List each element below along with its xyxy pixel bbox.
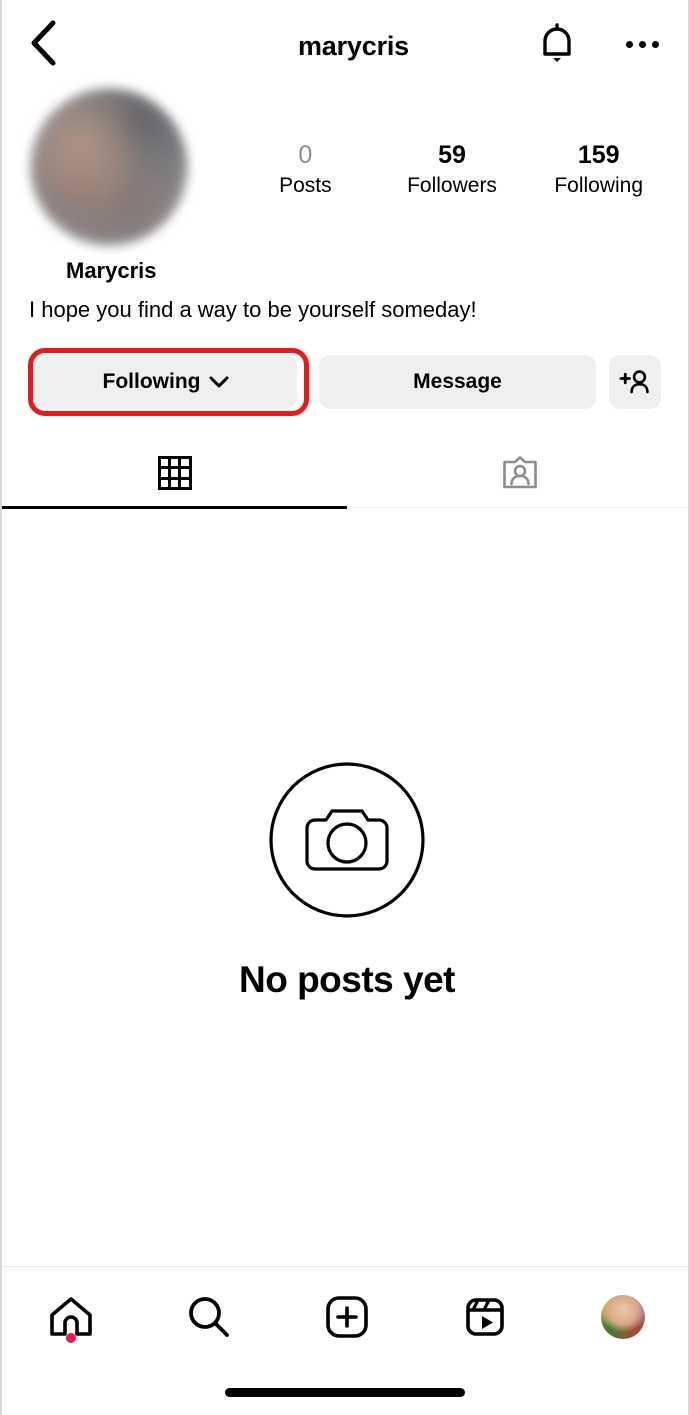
nav-reels[interactable]	[416, 1267, 554, 1367]
stat-following[interactable]: 159 Following	[525, 140, 672, 200]
stat-posts[interactable]: 0 Posts	[232, 140, 379, 200]
plus-square-icon	[326, 1296, 368, 1338]
profile-stats: 0 Posts 59 Followers 159 Following	[232, 140, 672, 200]
ellipsis-dot	[651, 40, 659, 48]
chevron-left-icon	[31, 20, 56, 66]
message-button[interactable]: Message	[319, 355, 596, 409]
stat-label: Following	[554, 174, 644, 197]
camera-circle-icon	[269, 762, 425, 918]
home-notification-badge	[66, 1333, 76, 1343]
add-person-button[interactable]	[609, 355, 661, 409]
search-icon	[189, 1297, 229, 1337]
tagged-person-icon	[502, 456, 537, 489]
profile-tabs	[2, 438, 688, 508]
active-tab-underline	[2, 506, 347, 509]
empty-state: No posts yet	[2, 760, 688, 1001]
empty-state-title: No posts yet	[238, 959, 456, 1000]
nav-create[interactable]	[278, 1267, 416, 1367]
stat-value: 159	[577, 141, 620, 169]
stat-label: Followers	[407, 174, 497, 197]
home-indicator	[225, 1388, 465, 1397]
following-label: Following	[102, 370, 201, 393]
reels-icon	[466, 1298, 504, 1336]
bottom-navigation	[2, 1267, 688, 1367]
nav-search[interactable]	[140, 1267, 278, 1367]
nav-profile[interactable]	[554, 1267, 688, 1367]
chevron-down-icon	[209, 376, 229, 387]
profile-avatar[interactable]	[30, 88, 188, 246]
add-person-icon	[619, 370, 649, 394]
message-label: Message	[413, 370, 502, 393]
stat-followers[interactable]: 59 Followers	[379, 140, 526, 200]
nav-home[interactable]	[2, 1267, 140, 1367]
notifications-button[interactable]	[530, 16, 584, 72]
stat-value: 59	[438, 141, 466, 169]
profile-header: 0 Posts 59 Followers 159 Following	[2, 88, 688, 268]
app-header: marycris	[2, 0, 688, 88]
tab-grid[interactable]	[2, 438, 347, 508]
avatar-icon	[601, 1295, 645, 1339]
instagram-profile-screen: marycris 0 Posts 59 Followers 159 Follow…	[0, 0, 690, 1415]
avatar-image	[30, 88, 188, 246]
more-options-button[interactable]	[614, 16, 670, 72]
stat-label: Posts	[279, 174, 332, 197]
following-button[interactable]: Following	[35, 355, 297, 409]
profile-bio: I hope you find a way to be yourself som…	[29, 297, 477, 322]
grid-icon	[157, 456, 192, 490]
ellipsis-dot	[638, 40, 646, 48]
page-title: marycris	[298, 31, 408, 61]
ellipsis-dot	[625, 40, 633, 48]
bell-icon	[543, 23, 571, 62]
stat-value: 0	[298, 141, 313, 169]
display-name: Marycris	[66, 258, 157, 283]
profile-actions: Following Message	[2, 348, 688, 416]
tab-tagged[interactable]	[347, 438, 688, 508]
back-button[interactable]	[14, 14, 72, 72]
